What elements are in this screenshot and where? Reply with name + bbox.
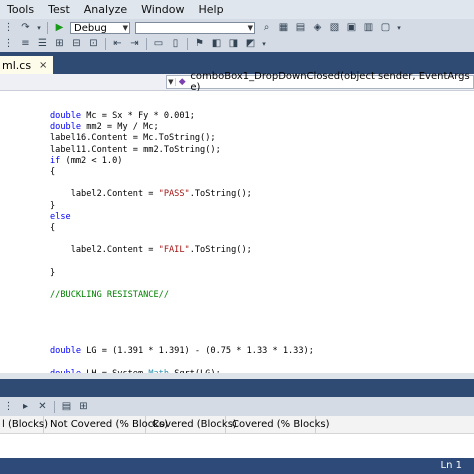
solution-config-value: Debug [74,22,107,34]
dropdown-arrow-icon[interactable]: ▾ [261,38,267,50]
start-page-icon[interactable]: ▣ [345,22,358,34]
comment-out-icon[interactable]: ▭ [152,38,165,50]
close-icon[interactable]: × [39,60,47,71]
show-coloring-icon[interactable]: ▤ [60,401,73,413]
prev-bookmark-icon[interactable]: ◧ [210,38,223,50]
chevron-down-icon: ▼ [122,24,128,32]
member-dropdown[interactable]: ▼ ◆ comboBox1_DropDownClosed(object send… [166,71,474,93]
code-line: double Mc = Sx * Fy * 0.001; [50,111,195,121]
properties-icon[interactable]: ▤ [294,22,307,34]
code-line: } [50,200,56,211]
toolbar-grip-icon: ⋮ [3,38,14,49]
solution-config-select[interactable]: Debug ▼ [70,22,130,34]
toolbar-separator [146,38,147,50]
start-debugging-icon[interactable]: ▶ [53,22,66,34]
bookmark-icon[interactable]: ⚑ [193,38,206,50]
toolbar-separator [54,400,55,413]
toolbar-separator [187,38,188,50]
code-line: label16.Content = Mc.ToString(); [50,133,216,144]
extension-icon[interactable]: ▥ [362,22,375,34]
menu-tools[interactable]: Tools [0,3,41,16]
menu-window[interactable]: Window [134,3,191,16]
platform-select[interactable]: ▼ [135,22,255,34]
code-line: label11.Content = mm2.ToString(); [50,144,221,155]
column-header[interactable]: Not Covered (% Blocks) [44,416,168,433]
code-line: double LG = (1.391 * 1.391) - (0.75 * 1.… [50,346,314,357]
code-line: //BUCKLING RESISTANCE// [50,290,169,301]
chevron-down-icon: ▼ [167,78,176,86]
dropdown-arrow-icon[interactable]: ▾ [36,22,42,34]
status-bar: Ln 1 [0,458,474,474]
toolbox-icon[interactable]: ▧ [328,22,341,34]
code-line: } [50,267,56,278]
method-icon: ◆ [178,76,186,87]
code-line: double mm2 = My / Mc; [50,122,159,133]
next-bookmark-icon[interactable]: ◨ [227,38,240,50]
add-contents-icon[interactable]: ⊞ [77,401,90,413]
menu-bar: Tools Test Analyze Window Help [0,0,474,19]
clear-bookmarks-icon[interactable]: ◩ [244,38,257,50]
coverage-table-body [0,434,474,458]
list-members-icon[interactable]: ☰ [36,38,49,50]
column-header[interactable]: l (Blocks) [0,416,48,433]
code-line: { [50,167,56,178]
import-results-icon[interactable]: ▸ [19,401,32,413]
column-header[interactable]: Covered (% Blocks) [226,416,329,433]
code-line: else [50,211,71,222]
chevron-down-icon: ▼ [247,24,253,32]
parameter-info-icon[interactable]: ⊞ [53,38,66,50]
comment-icon[interactable]: ≡ [19,38,32,50]
tab-ml-cs[interactable]: ml.cs × [0,56,54,74]
toolbar-grip-icon: ⋮ [3,22,14,33]
menu-test[interactable]: Test [41,3,77,16]
main-toolbar: ⋮ ↷ ▾ ▶ Debug ▼ ▼ ⌕ ▦ ▤ ◈ ▧ ▣ ▥ ▢ ▾ ⋮ ≡ … [0,19,474,52]
uncomment-icon[interactable]: ▯ [169,38,182,50]
code-line: label2.Content = "PASS".ToString(); [50,189,252,200]
column-header[interactable]: Covered (Blocks) [146,416,237,433]
line-number-indicator: Ln 1 [440,460,462,471]
word-complete-icon[interactable]: ⊡ [87,38,100,50]
remove-results-icon[interactable]: ✕ [36,401,49,413]
menu-analyze[interactable]: Analyze [77,3,134,16]
navigation-bar: ▼ ◆ comboBox1_DropDownClosed(object send… [0,71,474,93]
tool-window-title-bar [0,379,474,397]
redo-icon[interactable]: ↷ [19,22,32,34]
object-browser-icon[interactable]: ◈ [311,22,324,34]
code-text: double Mc = Sx * Fy * 0.001; double mm2 =… [50,111,314,373]
quick-info-icon[interactable]: ⊟ [70,38,83,50]
solution-explorer-icon[interactable]: ▦ [277,22,290,34]
coverage-table-header: l (Blocks) Not Covered (% Blocks) Covere… [0,416,474,434]
find-icon[interactable]: ⌕ [260,22,273,34]
code-editor[interactable]: double Mc = Sx * Fy * 0.001; double mm2 =… [0,91,474,373]
code-line: { [50,223,56,234]
toolbar-separator [47,22,48,34]
dropdown-arrow-icon[interactable]: ▾ [396,22,402,34]
output-icon[interactable]: ▢ [379,22,392,34]
coverage-toolbar: ⋮ ▸ ✕ ▤ ⊞ [0,397,474,416]
menu-help[interactable]: Help [192,3,231,16]
outdent-icon[interactable]: ⇤ [111,38,124,50]
tab-label: ml.cs [2,58,32,72]
toolbar-separator [105,38,106,50]
member-dropdown-value: comboBox1_DropDownClosed(object sender, … [190,71,470,93]
code-line: label2.Content = "FAIL".ToString(); [50,245,252,256]
toolbar-grip-icon: ⋮ [3,400,14,412]
code-line: if (mm2 < 1.0) [50,155,123,166]
indent-icon[interactable]: ⇥ [128,38,141,50]
